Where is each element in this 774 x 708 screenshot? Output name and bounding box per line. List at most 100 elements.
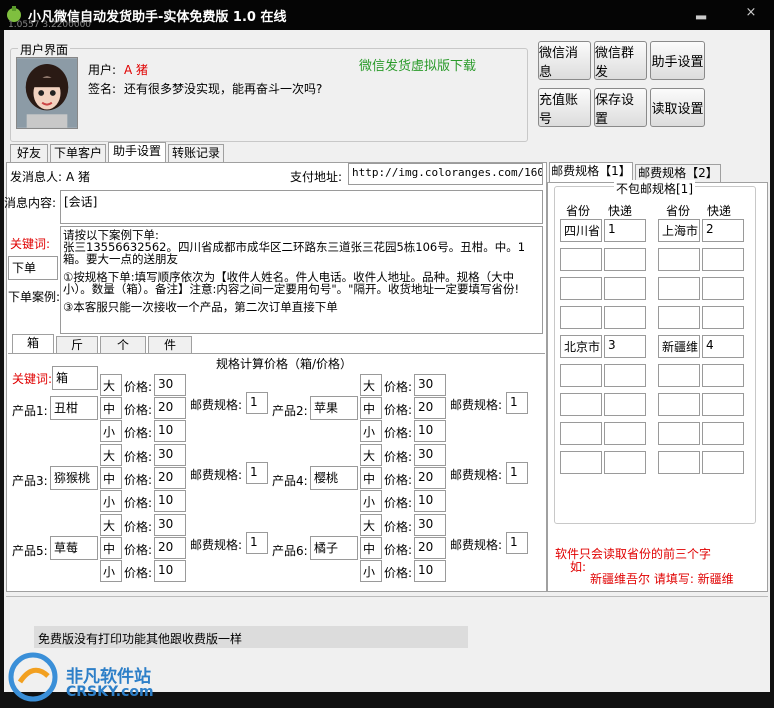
price-input[interactable]: 10 [414, 560, 446, 582]
postage-spec-input[interactable]: 1 [246, 532, 268, 554]
price-input[interactable]: 10 [414, 490, 446, 512]
province-cell[interactable] [658, 277, 700, 300]
express-cell[interactable] [702, 248, 744, 271]
size-input[interactable]: 小 [100, 490, 122, 512]
size-input[interactable]: 小 [360, 560, 382, 582]
size-input[interactable]: 小 [360, 420, 382, 442]
product-name-input[interactable]: 樱桃 [310, 466, 358, 490]
size-input[interactable]: 大 [360, 444, 382, 466]
wechat-message-button[interactable]: 微信消息 [538, 41, 591, 80]
tab-unit-box[interactable]: 箱 [12, 334, 54, 354]
province-cell[interactable]: 北京市 [560, 335, 602, 358]
postage-spec-input[interactable]: 1 [506, 392, 528, 414]
express-cell[interactable] [702, 306, 744, 329]
price-input[interactable]: 20 [154, 397, 186, 419]
spec-keyword-input[interactable]: 箱 [52, 366, 98, 390]
price-input[interactable]: 30 [414, 374, 446, 396]
province-cell[interactable] [658, 451, 700, 474]
province-cell[interactable] [560, 306, 602, 329]
express-cell[interactable] [702, 393, 744, 416]
province-cell[interactable] [560, 364, 602, 387]
tab-transfer-records[interactable]: 转账记录 [168, 144, 224, 162]
helper-settings-button[interactable]: 助手设置 [650, 41, 705, 80]
province-cell[interactable] [560, 277, 602, 300]
size-input[interactable]: 大 [100, 374, 122, 396]
express-cell[interactable] [702, 451, 744, 474]
province-cell[interactable] [560, 393, 602, 416]
product-name-input[interactable]: 苹果 [310, 396, 358, 420]
province-cell[interactable] [658, 364, 700, 387]
size-input[interactable]: 中 [360, 467, 382, 489]
size-input[interactable]: 大 [360, 514, 382, 536]
province-cell[interactable] [560, 451, 602, 474]
province-cell[interactable] [658, 248, 700, 271]
express-cell[interactable] [604, 393, 646, 416]
price-input[interactable]: 30 [154, 374, 186, 396]
price-input[interactable]: 20 [154, 537, 186, 559]
message-content-input[interactable]: [会话] [60, 190, 543, 224]
size-input[interactable]: 中 [100, 467, 122, 489]
price-input[interactable]: 20 [414, 397, 446, 419]
size-input[interactable]: 中 [100, 537, 122, 559]
express-cell[interactable]: 1 [604, 219, 646, 242]
tab-helper-settings[interactable]: 助手设置 [108, 142, 166, 162]
province-cell[interactable]: 上海市 [658, 219, 700, 242]
province-cell[interactable] [658, 306, 700, 329]
tab-unit-item[interactable]: 件 [148, 336, 192, 354]
province-cell[interactable]: 新疆维 [658, 335, 700, 358]
product-name-input[interactable]: 橘子 [310, 536, 358, 560]
pay-address-input[interactable]: http://img.coloranges.com/1603/59 [348, 163, 543, 185]
recharge-account-button[interactable]: 充值账号 [538, 88, 591, 127]
size-input[interactable]: 小 [100, 420, 122, 442]
minimize-button[interactable]: ▂ [690, 4, 712, 22]
price-input[interactable]: 20 [414, 537, 446, 559]
express-cell[interactable] [702, 277, 744, 300]
size-input[interactable]: 大 [360, 374, 382, 396]
close-button[interactable]: × [740, 4, 762, 22]
express-cell[interactable]: 2 [702, 219, 744, 242]
province-cell[interactable] [560, 422, 602, 445]
price-input[interactable]: 30 [414, 444, 446, 466]
price-input[interactable]: 10 [154, 420, 186, 442]
express-cell[interactable] [702, 422, 744, 445]
province-cell[interactable] [560, 248, 602, 271]
size-input[interactable]: 中 [360, 537, 382, 559]
express-cell[interactable] [604, 306, 646, 329]
postage-spec-input[interactable]: 1 [246, 462, 268, 484]
size-input[interactable]: 大 [100, 514, 122, 536]
express-cell[interactable] [604, 422, 646, 445]
tab-postage-1[interactable]: 邮费规格【1】 [549, 162, 633, 182]
size-input[interactable]: 小 [360, 490, 382, 512]
read-settings-button[interactable]: 读取设置 [650, 88, 705, 127]
product-name-input[interactable]: 猕猴桃 [50, 466, 98, 490]
postage-spec-input[interactable]: 1 [506, 462, 528, 484]
price-input[interactable]: 10 [154, 490, 186, 512]
express-cell[interactable] [702, 364, 744, 387]
province-cell[interactable] [658, 393, 700, 416]
province-cell[interactable]: 四川省 [560, 219, 602, 242]
save-settings-button[interactable]: 保存设置 [594, 88, 647, 127]
tab-customers[interactable]: 下单客户 [50, 144, 106, 162]
product-name-input[interactable]: 草莓 [50, 536, 98, 560]
express-cell[interactable] [604, 277, 646, 300]
wechat-group-send-button[interactable]: 微信群发 [594, 41, 647, 80]
price-input[interactable]: 30 [414, 514, 446, 536]
price-input[interactable]: 20 [414, 467, 446, 489]
express-cell[interactable] [604, 364, 646, 387]
price-input[interactable]: 10 [414, 420, 446, 442]
express-cell[interactable]: 4 [702, 335, 744, 358]
size-input[interactable]: 大 [100, 444, 122, 466]
download-link[interactable]: 微信发货虚拟版下载 [359, 55, 476, 74]
size-input[interactable]: 小 [100, 560, 122, 582]
province-cell[interactable] [658, 422, 700, 445]
order-instructions-textarea[interactable]: 请按以下案例下单: 张三13556632562。四川省成都市成华区二环路东三道张… [60, 226, 543, 334]
express-cell[interactable]: 3 [604, 335, 646, 358]
price-input[interactable]: 20 [154, 467, 186, 489]
size-input[interactable]: 中 [100, 397, 122, 419]
express-cell[interactable] [604, 248, 646, 271]
tab-unit-piece[interactable]: 个 [100, 336, 146, 354]
price-input[interactable]: 30 [154, 444, 186, 466]
express-cell[interactable] [604, 451, 646, 474]
postage-spec-input[interactable]: 1 [506, 532, 528, 554]
postage-spec-input[interactable]: 1 [246, 392, 268, 414]
